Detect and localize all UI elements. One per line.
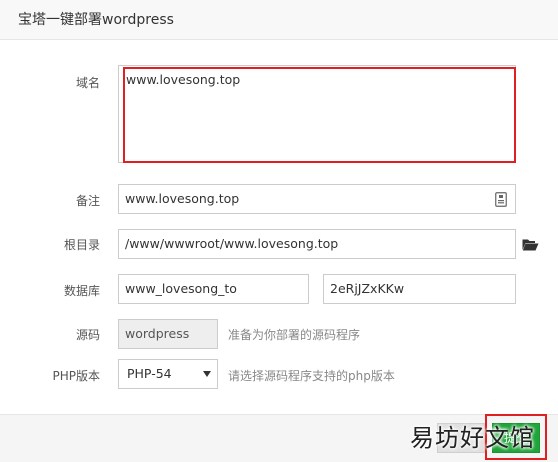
php-version-hint: 请选择源码程序支持的php版本 — [228, 369, 395, 383]
remark-input[interactable]: www.lovesong.top — [118, 184, 516, 214]
database-name-input[interactable]: www_lovesong_to — [118, 274, 309, 304]
source-hint: 准备为你部署的源码程序 — [228, 328, 361, 342]
dialog-title: 宝塔一键部署wordpress — [18, 12, 174, 28]
domain-label: 域名 — [75, 76, 100, 90]
remark-label: 备注 — [75, 194, 100, 208]
source-input: wordpress — [118, 319, 218, 349]
submit-button[interactable]: 提交 — [492, 423, 540, 453]
clipboard-icon[interactable] — [492, 189, 510, 209]
root-dir-input-value: /www/wwwroot/www.lovesong.top — [125, 236, 339, 251]
dialog-titlebar: 宝塔一键部署wordpress — [0, 0, 558, 40]
source-input-value: wordpress — [125, 326, 190, 341]
remark-input-value: www.lovesong.top — [125, 191, 240, 206]
php-version-label: PHP版本 — [52, 369, 101, 383]
cancel-button[interactable] — [437, 423, 485, 453]
php-version-selected: PHP-54 — [127, 366, 172, 381]
database-password-value: 2eRjJZxKKw — [330, 281, 405, 296]
database-name-value: www_lovesong_to — [125, 281, 237, 296]
php-version-select[interactable]: PHP-54 — [118, 359, 218, 389]
database-label: 数据库 — [63, 284, 100, 298]
root-dir-label: 根目录 — [63, 238, 100, 252]
root-dir-input[interactable]: /www/wwwroot/www.lovesong.top — [118, 229, 516, 259]
folder-open-icon[interactable] — [520, 235, 540, 253]
deploy-dialog: 宝塔一键部署wordpress 域名 www.lovesong.top 备注 w… — [0, 0, 558, 462]
domain-textarea-value: www.lovesong.top — [126, 72, 241, 87]
source-label: 源码 — [75, 328, 100, 342]
domain-textarea[interactable]: www.lovesong.top — [118, 65, 516, 163]
database-password-input[interactable]: 2eRjJZxKKw — [323, 274, 516, 304]
chevron-down-icon — [203, 371, 211, 377]
